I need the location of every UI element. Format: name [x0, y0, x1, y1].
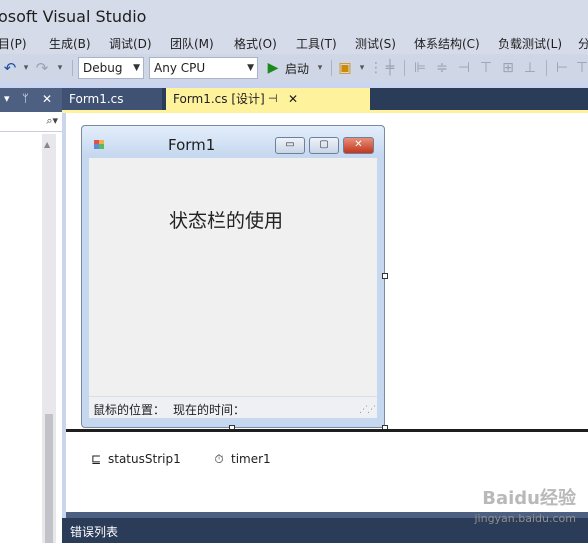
title-bar: osoft Visual Studio [0, 0, 588, 32]
align-to-grid-icon[interactable]: ╪ [380, 58, 400, 78]
watermark-url: jingyan.baidu.com [474, 512, 576, 525]
redo-icon[interactable]: ↷ [32, 58, 52, 78]
panel-header: ▾ ᛘ ✕ [0, 88, 62, 112]
menu-architecture[interactable]: 体系结构(C) [414, 35, 480, 52]
tab-form1-code[interactable]: Form1.cs [62, 88, 162, 110]
menu-bar: 目(P) 生成(B) 调试(D) 团队(M) 格式(O) 工具(T) 测试(S)… [0, 32, 588, 54]
form-title: Form1 [168, 136, 216, 154]
panel-dropdown-icon[interactable]: ▾ [4, 92, 10, 105]
toolbar-separator [72, 60, 73, 76]
close-icon[interactable]: ✕ [343, 137, 374, 154]
align-bottoms-icon[interactable]: ⊥ [520, 58, 540, 78]
error-list-label: 错误列表 [70, 525, 119, 539]
menu-load-test[interactable]: 负载测试(L) [498, 35, 562, 52]
pin-icon[interactable]: ᛘ [22, 92, 29, 105]
center-label[interactable]: 状态栏的使用 [169, 206, 283, 233]
menu-build[interactable]: 生成(B) [49, 35, 91, 52]
status-label-mouse-position[interactable]: 鼠标的位置： [93, 401, 165, 418]
document-tab-strip: Form1.cs Form1.cs [设计] ⊣ ✕ [62, 88, 588, 110]
watermark: Baidu经验 jingyan.baidu.com [474, 484, 576, 525]
tray-item-statusstrip[interactable]: ⊑ statusStrip1 [88, 452, 181, 466]
resize-handle-right[interactable] [382, 273, 388, 279]
tab-form1-design[interactable]: Form1.cs [设计] ⊣ ✕ [166, 88, 370, 110]
form-title-bar: Form1 ▭ ▢ ✕ [82, 126, 384, 156]
align-lefts-icon[interactable]: ⊫ [410, 58, 430, 78]
toolbar-separator [546, 60, 547, 76]
menu-tools[interactable]: 工具(T) [296, 35, 337, 52]
form-app-icon [94, 140, 104, 149]
resize-grip-icon[interactable]: ⋰⋰ [359, 405, 376, 415]
tray-item-label: timer1 [231, 452, 271, 466]
minimize-icon[interactable]: ▭ [275, 137, 305, 154]
panel-search-input[interactable]: ⌕▾ [0, 112, 62, 132]
align-middles-icon[interactable]: ⊞ [498, 58, 518, 78]
watermark-main: Baidu经验 [482, 488, 576, 509]
start-play-icon[interactable]: ▶ [263, 58, 283, 78]
close-icon[interactable]: ✕ [288, 88, 298, 110]
search-icon[interactable]: ⌕▾ [46, 114, 58, 128]
maximize-icon[interactable]: ▢ [309, 137, 339, 154]
menu-format[interactable]: 格式(O) [234, 35, 277, 52]
align-centers-icon[interactable]: ≑ [432, 58, 452, 78]
chevron-down-icon: ▼ [247, 63, 254, 73]
toolbar-separator [331, 60, 332, 76]
solution-explorer-panel: ▾ ᛘ ✕ ⌕▾ ▲ [0, 88, 62, 543]
toolbar-separator [404, 60, 405, 76]
make-same-height-icon[interactable]: ⊤ [572, 58, 588, 78]
tab-label: Form1.cs [设计] [173, 92, 265, 106]
solution-config-dropdown[interactable]: Debug ▼ [78, 57, 144, 79]
scroll-up-icon[interactable]: ▲ [44, 140, 50, 149]
status-label-current-time[interactable]: 现在的时间： [173, 401, 245, 418]
align-tops-icon[interactable]: ⊤ [476, 58, 496, 78]
menu-debug[interactable]: 调试(D) [109, 35, 152, 52]
solution-config-value: Debug [83, 61, 123, 75]
align-rights-icon[interactable]: ⊣ [454, 58, 474, 78]
menu-analyze[interactable]: 分 [578, 35, 588, 52]
close-icon[interactable]: ✕ [42, 92, 52, 106]
chevron-down-icon: ▼ [133, 63, 140, 73]
status-strip[interactable]: 鼠标的位置： 现在的时间： ⋰⋰ [89, 396, 377, 418]
start-dropdown-icon[interactable]: ▾ [310, 58, 330, 78]
platform-value: Any CPU [154, 61, 206, 75]
form1-window[interactable]: Form1 ▭ ▢ ✕ 状态栏的使用 鼠标的位置： 现在的时间： ⋰⋰ [81, 125, 385, 428]
menu-project[interactable]: 目(P) [0, 35, 27, 52]
pin-icon[interactable]: ⊣ [268, 88, 278, 110]
redo-dropdown-icon[interactable]: ▾ [50, 58, 70, 78]
make-same-width-icon[interactable]: ⊢ [552, 58, 572, 78]
status-strip-icon: ⊑ [90, 452, 102, 466]
tab-label: Form1.cs [69, 92, 124, 106]
standard-toolbar: ↶ ▾ ↷ ▾ Debug ▼ Any CPU ▼ ▶ 启动 ▾ ▣ ▾ ⋮ ╪… [0, 54, 588, 82]
platform-dropdown[interactable]: Any CPU ▼ [149, 57, 258, 79]
form-client-area[interactable]: 状态栏的使用 鼠标的位置： 现在的时间： ⋰⋰ [89, 158, 377, 418]
menu-team[interactable]: 团队(M) [170, 35, 214, 52]
start-button-label[interactable]: 启动 [285, 60, 309, 77]
tray-item-label: statusStrip1 [108, 452, 181, 466]
window-title: osoft Visual Studio [0, 7, 147, 26]
timer-icon: ⏱ [214, 452, 224, 466]
vertical-scrollbar[interactable]: ▲ [42, 134, 56, 543]
tray-item-timer[interactable]: ⏱ timer1 [211, 452, 271, 467]
scrollbar-thumb[interactable] [45, 414, 53, 543]
menu-test[interactable]: 测试(S) [355, 35, 396, 52]
